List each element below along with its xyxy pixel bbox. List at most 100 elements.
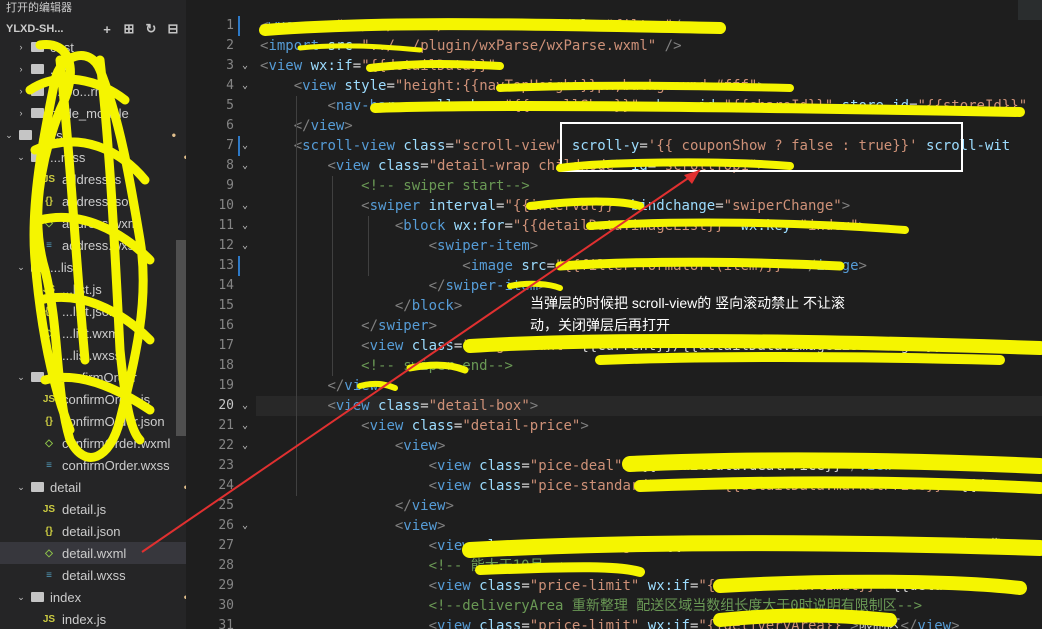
tree-file[interactable]: ≡detail.wxssM [0, 564, 186, 586]
tree-item-label: ...confirmOrder [50, 369, 137, 385]
code-line[interactable]: <!-- swiper end--> [260, 356, 513, 376]
tree-file[interactable]: ◇ ...list.wxml [0, 322, 186, 344]
code-line[interactable]: <!--deliveryArea 重新整理 配送区域当数组长度大于0时说明有限制… [260, 596, 922, 616]
code-line[interactable]: <import src="../../plugin/wxParse/wxPars… [260, 36, 682, 56]
folder-icon [30, 371, 44, 383]
code-line[interactable]: </block> [260, 296, 462, 316]
fold-chevron-icon[interactable]: ⌄ [242, 196, 252, 216]
code-line[interactable]: <view wx:if="{{detailData}}"> [260, 56, 504, 76]
tree-folder[interactable]: ⌄...confirmOrder• [0, 366, 186, 388]
code-line[interactable]: <view class="pice-deal">¥{{detailData.de… [260, 456, 901, 476]
tree-file[interactable]: JSaddress.jsM [0, 168, 186, 190]
code-line[interactable]: <!-- 能大于10月--> [260, 556, 569, 576]
tree-folder[interactable]: ⌄ ...ress • [0, 146, 186, 168]
fold-chevron-icon[interactable]: ⌄ [242, 516, 252, 536]
tree-file[interactable]: {} ...list.json [0, 300, 186, 322]
code-line[interactable]: <!-- swiper start--> [260, 176, 530, 196]
tree-item-label: detail.json [62, 523, 121, 539]
json-file-icon: {} [45, 525, 53, 537]
code-line[interactable]: <view class="price-freight">{{detailData… [260, 536, 1002, 556]
line-number: 6 [226, 118, 234, 133]
fold-chevron-icon[interactable]: ⌄ [242, 56, 252, 76]
tree-folder[interactable]: › ...ts [0, 58, 186, 80]
new-folder-icon[interactable]: ⊞ [122, 21, 136, 36]
tree-file[interactable]: JSindex.jsM [0, 608, 186, 629]
code-line[interactable]: <nav-bar scroll-show="{{scrollShow}}" sh… [260, 96, 1027, 116]
line-number: 2 [226, 38, 234, 53]
tree-item-label: ...list.wxml [62, 325, 122, 341]
line-number: 5 [226, 98, 234, 113]
fold-chevron-icon[interactable]: ⌄ [242, 216, 252, 236]
line-number: 3 [226, 58, 234, 73]
code-line[interactable]: <swiper-item> [260, 236, 539, 256]
code-line[interactable]: </view> [260, 116, 353, 136]
sidebar-scrollbar[interactable] [176, 240, 186, 436]
code-line[interactable]: <image src="{{filter.formatUrl(item)}}">… [260, 256, 867, 276]
chevron-icon: ⌄ [17, 481, 25, 492]
code-line[interactable]: <view> [260, 436, 446, 456]
tree-item-label: confirmOrder.wxml [62, 435, 171, 451]
code-line[interactable]: <wxs src="../../utils/filter.wxs" module… [260, 16, 690, 36]
folder-icon [30, 261, 44, 273]
code-line[interactable]: <swiper interval="{{interval}}" bindchan… [260, 196, 850, 216]
code-line[interactable]: <view class="image-count">{{current}}/{{… [260, 336, 993, 356]
code-line[interactable]: <block wx:for="{{detailData.imageList}}"… [260, 216, 867, 236]
code-line[interactable]: <view class="price-limit" wx:if="{{deliv… [260, 616, 960, 629]
tree-file[interactable]: {}detail.jsonM [0, 520, 186, 542]
tree-folder[interactable]: ⌄ index • [0, 586, 186, 608]
git-status-badge: • [171, 128, 176, 142]
fold-chevron-icon[interactable]: ⌄ [242, 436, 252, 456]
code-line[interactable]: <view class="detail-price"> [260, 416, 589, 436]
tree-folder[interactable]: › cust [0, 36, 186, 58]
code-line[interactable]: </swiper> [260, 316, 437, 336]
tree-file[interactable]: ◇ address.wxml [0, 212, 186, 234]
tree-item-label: detail.js [62, 501, 107, 517]
code-line[interactable]: <view class="pice-standard" wx:if="{{det… [260, 476, 1011, 496]
chevron-icon: ⌄ [17, 261, 25, 272]
git-modified-marker [238, 136, 240, 156]
line-number-gutter: 1 2 3 ⌄ 4 ⌄ 5 6 7 ⌄ 8 ⌄ 9 10 ⌄ 11 ⌄ 12 ⌄ 13 14 15 16 17 18 19 20 ⌄ 2… [186, 0, 256, 629]
tree-file[interactable]: {} confirmOrder.json [0, 410, 186, 432]
line-number: 22 [218, 438, 234, 453]
tree-file[interactable]: {} address.json [0, 190, 186, 212]
code-line[interactable]: <view class="detail-box"> [260, 396, 538, 416]
tree-folder[interactable]: › ...roo...rm [0, 80, 186, 102]
tree-file[interactable]: ≡ address.wxss [0, 234, 186, 256]
tree-file[interactable]: ≡ ...list.wxss [0, 344, 186, 366]
tree-file[interactable]: JSconfirmOrder.jsM [0, 388, 186, 410]
tree-file[interactable]: ◇ confirmOrder.wxml [0, 432, 186, 454]
fold-chevron-icon[interactable]: ⌄ [242, 416, 252, 436]
new-file-icon[interactable]: + [100, 22, 114, 37]
refresh-icon[interactable]: ↻ [144, 21, 158, 36]
tree-file[interactable]: JS...list.jsM [0, 278, 186, 300]
code-line[interactable]: <view> [260, 516, 446, 536]
tree-item-label: address.js [62, 171, 122, 187]
folder-icon [30, 481, 44, 493]
fold-chevron-icon[interactable]: ⌄ [242, 236, 252, 256]
fold-chevron-icon[interactable]: ⌄ [242, 156, 252, 176]
tree-item-label: index [50, 589, 82, 605]
fold-chevron-icon[interactable]: ⌄ [242, 396, 252, 416]
collapse-all-icon[interactable]: ⊟ [166, 21, 180, 36]
tree-file[interactable]: ◇detail.wxmlM [0, 542, 186, 564]
folder-icon [30, 591, 44, 603]
tree-file[interactable]: JSdetail.jsM [0, 498, 186, 520]
code-line[interactable]: <view class="price-limit" wx:if="{{detai… [260, 576, 943, 596]
tree-file[interactable]: ≡ confirmOrder.wxss [0, 454, 186, 476]
line-number: 23 [218, 458, 234, 473]
line-number: 30 [218, 598, 234, 613]
fold-chevron-icon[interactable]: ⌄ [242, 76, 252, 96]
code-line[interactable]: </view> [260, 376, 386, 396]
code-editor[interactable]: 1 2 3 ⌄ 4 ⌄ 5 6 7 ⌄ 8 ⌄ 9 10 ⌄ 11 ⌄ 12 ⌄ 13 14 15 16 17 18 19 20 ⌄ 2… [186, 0, 1042, 629]
code-line[interactable]: <view style="height:{{navTopHeight}}px;b… [260, 76, 766, 96]
code-line[interactable]: </view> [260, 496, 454, 516]
tree-folder[interactable]: ⌄ detail • [0, 476, 186, 498]
code-line[interactable]: </swiper-item> [260, 276, 547, 296]
tree-item-label: detail.wxml [62, 545, 127, 561]
tree-item-label: detail.wxss [62, 567, 126, 583]
tree-folder[interactable]: ⌄ ...es • [0, 124, 180, 146]
tree-folder[interactable]: ⌄...list• [0, 256, 186, 278]
tree-folder[interactable]: › node_module [0, 102, 186, 124]
fold-chevron-icon[interactable]: ⌄ [242, 136, 252, 156]
line-number: 9 [226, 178, 234, 193]
